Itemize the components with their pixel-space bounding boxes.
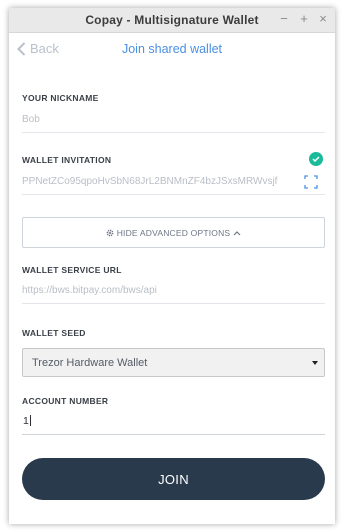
hide-advanced-options-button[interactable]: HIDE ADVANCED OPTIONS: [22, 217, 325, 248]
wallet-seed-label: WALLET SEED: [22, 328, 86, 338]
wallet-seed-value: Trezor Hardware Wallet: [32, 356, 148, 369]
qr-scan-icon[interactable]: [304, 175, 318, 189]
dropdown-caret-icon: [312, 361, 318, 365]
gear-icon: [106, 229, 114, 236]
wallet-seed-select[interactable]: Trezor Hardware Wallet: [22, 348, 325, 377]
page-header: Back Join shared wallet: [9, 33, 335, 71]
app-window: Copay - Multisignature Wallet − + × Back…: [9, 8, 335, 524]
invitation-underline: [22, 194, 325, 195]
service-url-label: WALLET SERVICE URL: [22, 265, 122, 275]
join-wallet-form: YOUR NICKNAME Bob WALLET INVITATION PPNe…: [9, 71, 335, 524]
account-number-value: 1: [23, 415, 29, 427]
account-number-label: ACCOUNT NUMBER: [22, 396, 109, 406]
nickname-underline: [22, 132, 325, 133]
service-url-underline: [22, 303, 325, 304]
service-url-input[interactable]: https://bws.bitpay.com/bws/api: [22, 285, 157, 296]
page-title: Join shared wallet: [121, 42, 223, 56]
chevron-up-icon: [233, 230, 241, 235]
advanced-options-label: HIDE ADVANCED OPTIONS: [116, 227, 231, 238]
text-cursor: [29, 415, 31, 426]
window-titlebar[interactable]: Copay - Multisignature Wallet − + ×: [9, 8, 335, 33]
minimize-button[interactable]: −: [275, 10, 293, 28]
join-button[interactable]: JOIN: [22, 458, 325, 500]
maximize-button[interactable]: +: [295, 10, 313, 28]
nickname-label: YOUR NICKNAME: [22, 93, 99, 103]
close-button[interactable]: ×: [314, 10, 332, 28]
account-number-underline: [22, 434, 325, 435]
check-circle-icon: [309, 152, 323, 166]
account-number-input[interactable]: 1: [23, 415, 31, 427]
invitation-input[interactable]: PPNetZCo95qpoHvSbN68JrL2BNMnZF4bzJSxsMRW…: [22, 176, 312, 187]
invitation-label: WALLET INVITATION: [22, 155, 112, 165]
nickname-input[interactable]: Bob: [22, 114, 40, 125]
